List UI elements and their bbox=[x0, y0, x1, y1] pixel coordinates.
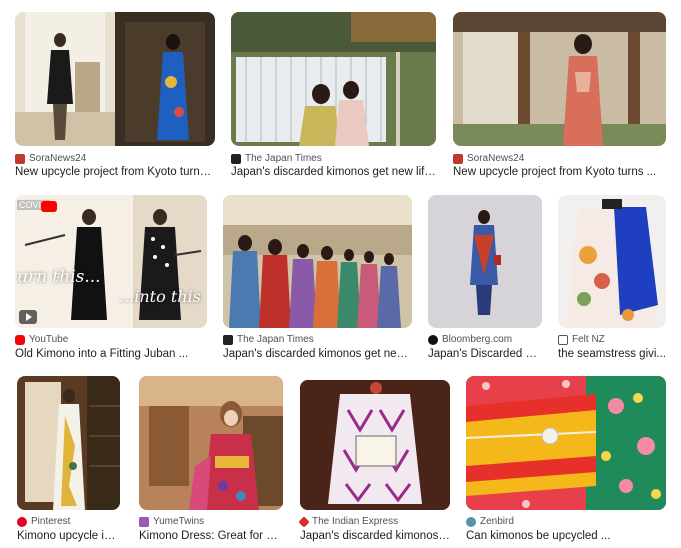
result-source[interactable]: Zenbird bbox=[466, 516, 514, 527]
result-image[interactable] bbox=[428, 195, 542, 328]
result-source[interactable]: YumeTwins bbox=[139, 516, 204, 527]
result-image[interactable] bbox=[453, 12, 666, 146]
result-source[interactable]: YouTube bbox=[15, 334, 68, 345]
kimono-dress-photo bbox=[139, 376, 283, 510]
result-title[interactable]: New upcycle project from Kyoto turns ... bbox=[15, 166, 215, 178]
result-image[interactable] bbox=[558, 195, 666, 328]
result-title[interactable]: Japan's discarded kimonos get new life .… bbox=[231, 166, 436, 178]
result-card[interactable]: The Japan Times Japan's discarded kimono… bbox=[231, 12, 436, 182]
result-source[interactable]: The Japan Times bbox=[223, 334, 314, 345]
result-card[interactable]: Zenbird Can kimonos be upcycled ... bbox=[466, 376, 666, 544]
result-card[interactable]: The Indian Express Japan's discarded kim… bbox=[298, 380, 450, 544]
source-label: Pinterest bbox=[31, 516, 71, 527]
result-card[interactable]: COVID urn this... ...into this YouTube O… bbox=[15, 195, 207, 363]
result-source[interactable]: Pinterest bbox=[17, 516, 70, 527]
result-image[interactable] bbox=[15, 12, 215, 146]
result-image[interactable] bbox=[17, 376, 120, 510]
result-title[interactable]: Kimono upcycle ide... bbox=[17, 530, 120, 542]
result-title[interactable]: New upcycle project from Kyoto turns ... bbox=[453, 166, 666, 178]
source-label: Bloomberg.com bbox=[442, 334, 513, 345]
soranews-icon bbox=[453, 153, 463, 164]
kimono-fabric-photo bbox=[466, 376, 666, 510]
play-icon[interactable] bbox=[19, 310, 37, 324]
result-title[interactable]: Old Kimono into a Fitting Juban ... bbox=[15, 348, 207, 360]
result-title[interactable]: the seamstress givi... bbox=[558, 348, 666, 360]
bloomberg-icon bbox=[428, 334, 438, 345]
result-title[interactable]: Japan's discarded kimonos ... bbox=[300, 530, 450, 542]
yumetwins-icon bbox=[139, 516, 149, 527]
result-card[interactable]: SoraNews24 New upcycle project from Kyot… bbox=[15, 12, 215, 182]
result-image[interactable] bbox=[139, 376, 283, 510]
result-title[interactable]: Kimono Dress: Great for Up... bbox=[139, 530, 283, 542]
kimono-ceremony-photo bbox=[223, 195, 412, 328]
japantimes-icon bbox=[231, 153, 241, 164]
felt-icon bbox=[558, 334, 568, 345]
source-label: SoraNews24 bbox=[467, 153, 525, 164]
kimono-video-thumbnail bbox=[15, 195, 207, 328]
japantimes-icon bbox=[223, 334, 233, 345]
source-label: SoraNews24 bbox=[29, 153, 87, 164]
result-card[interactable]: Bloomberg.com Japan's Discarded Ki... bbox=[428, 195, 542, 363]
source-label: Zenbird bbox=[480, 516, 514, 527]
source-label: The Indian Express bbox=[312, 516, 399, 527]
source-label: Felt NZ bbox=[572, 334, 605, 345]
kimono-mannequin-photo bbox=[428, 195, 542, 328]
indianexpress-icon bbox=[298, 515, 310, 528]
overlay-text-right: ...into this bbox=[119, 287, 201, 306]
youtube-logo-icon bbox=[41, 201, 57, 212]
kimono-dress-photo bbox=[453, 12, 666, 146]
result-source[interactable]: SoraNews24 bbox=[453, 153, 524, 164]
result-card[interactable]: Pinterest Kimono upcycle ide... bbox=[17, 376, 120, 544]
result-image[interactable] bbox=[231, 12, 436, 146]
result-image[interactable] bbox=[223, 195, 412, 328]
result-title[interactable]: Japan's Discarded Ki... bbox=[428, 348, 542, 360]
result-image[interactable]: COVID urn this... ...into this bbox=[15, 195, 207, 328]
kimono-dress-photo bbox=[17, 376, 120, 510]
result-image[interactable] bbox=[300, 380, 450, 510]
result-title[interactable]: Japan's discarded kimonos get new l... bbox=[223, 348, 412, 360]
result-title[interactable]: Can kimonos be upcycled ... bbox=[466, 530, 666, 542]
soranews-icon bbox=[15, 153, 25, 164]
result-card[interactable]: The Japan Times Japan's discarded kimono… bbox=[223, 195, 412, 363]
result-source[interactable]: The Japan Times bbox=[231, 153, 322, 164]
overlay-text-left: urn this... bbox=[17, 267, 101, 287]
source-label: The Japan Times bbox=[237, 334, 314, 345]
result-source[interactable]: Bloomberg.com bbox=[428, 334, 512, 345]
result-card[interactable]: Felt NZ the seamstress givi... bbox=[558, 195, 666, 363]
result-source[interactable]: SoraNews24 bbox=[15, 153, 86, 164]
kimono-dress-photo bbox=[15, 12, 215, 146]
source-label: The Japan Times bbox=[245, 153, 322, 164]
result-image[interactable] bbox=[466, 376, 666, 510]
pinterest-icon bbox=[17, 516, 27, 527]
kimono-mannequin-photo bbox=[300, 380, 450, 510]
source-label: YumeTwins bbox=[153, 516, 205, 527]
source-label: YouTube bbox=[29, 334, 69, 345]
zenbird-icon bbox=[466, 516, 476, 527]
youtube-icon bbox=[15, 334, 25, 345]
result-card[interactable]: SoraNews24 New upcycle project from Kyot… bbox=[453, 12, 666, 182]
result-source[interactable]: The Indian Express bbox=[298, 515, 399, 528]
result-source[interactable]: Felt NZ bbox=[558, 334, 605, 345]
result-card[interactable]: YumeTwins Kimono Dress: Great for Up... bbox=[139, 376, 283, 544]
kimono-cranes-photo bbox=[231, 12, 436, 146]
kimono-garment-photo bbox=[558, 195, 666, 328]
